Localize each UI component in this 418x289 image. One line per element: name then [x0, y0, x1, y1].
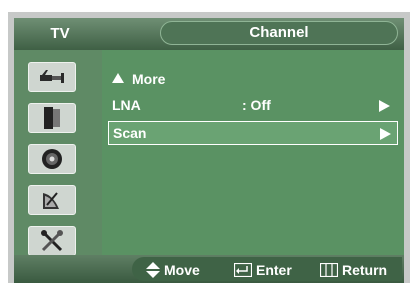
enter-hint: Enter [234, 262, 292, 278]
sidebar [14, 50, 102, 283]
tools-icon [41, 230, 63, 252]
return-hint: Return [320, 262, 387, 278]
osd-frame: TV Channel More LNA: Off Scan Move Ente… [8, 12, 410, 283]
move-label: Move [164, 262, 200, 278]
right-arrow-icon [379, 100, 390, 112]
up-down-arrow-icon [146, 262, 160, 278]
lna-label: LNA [112, 97, 141, 113]
menu-item-scan[interactable]: Scan [108, 121, 398, 145]
enter-label: Enter [256, 262, 292, 278]
antenna-plug-icon [40, 70, 64, 83]
sidebar-item-channel[interactable] [28, 185, 76, 215]
satellite-dish-icon [43, 192, 59, 209]
sidebar-item-setup[interactable] [28, 226, 76, 256]
move-hint: Move [146, 262, 200, 278]
sidebar-item-input[interactable] [28, 62, 76, 92]
menu-content: More LNA : Off Scan [102, 50, 404, 255]
menu-grid-icon [320, 263, 338, 277]
sidebar-item-picture[interactable] [28, 103, 76, 133]
footer-bar: Move Enter Return [14, 255, 404, 283]
section-label: TV [50, 25, 70, 42]
more-item: More [112, 71, 165, 87]
page-title: Channel [160, 21, 398, 45]
lna-value: : Off [242, 97, 271, 113]
menu-item-lna[interactable]: LNA : Off [102, 94, 402, 118]
enter-icon [234, 263, 252, 277]
disc-icon [42, 149, 62, 169]
speaker-icon [44, 107, 60, 129]
osd-panel: TV Channel More LNA: Off Scan Move Ente… [14, 18, 404, 283]
scan-label: Scan [113, 125, 147, 141]
header-bar: TV Channel [14, 18, 404, 50]
menu-item-more[interactable]: More [102, 68, 402, 92]
return-label: Return [342, 262, 388, 278]
right-arrow-icon [380, 128, 391, 140]
sidebar-item-sound[interactable] [28, 144, 76, 174]
more-label: More [132, 71, 166, 87]
up-arrow-icon [112, 73, 124, 83]
hint-bar: Move Enter Return [132, 257, 402, 281]
